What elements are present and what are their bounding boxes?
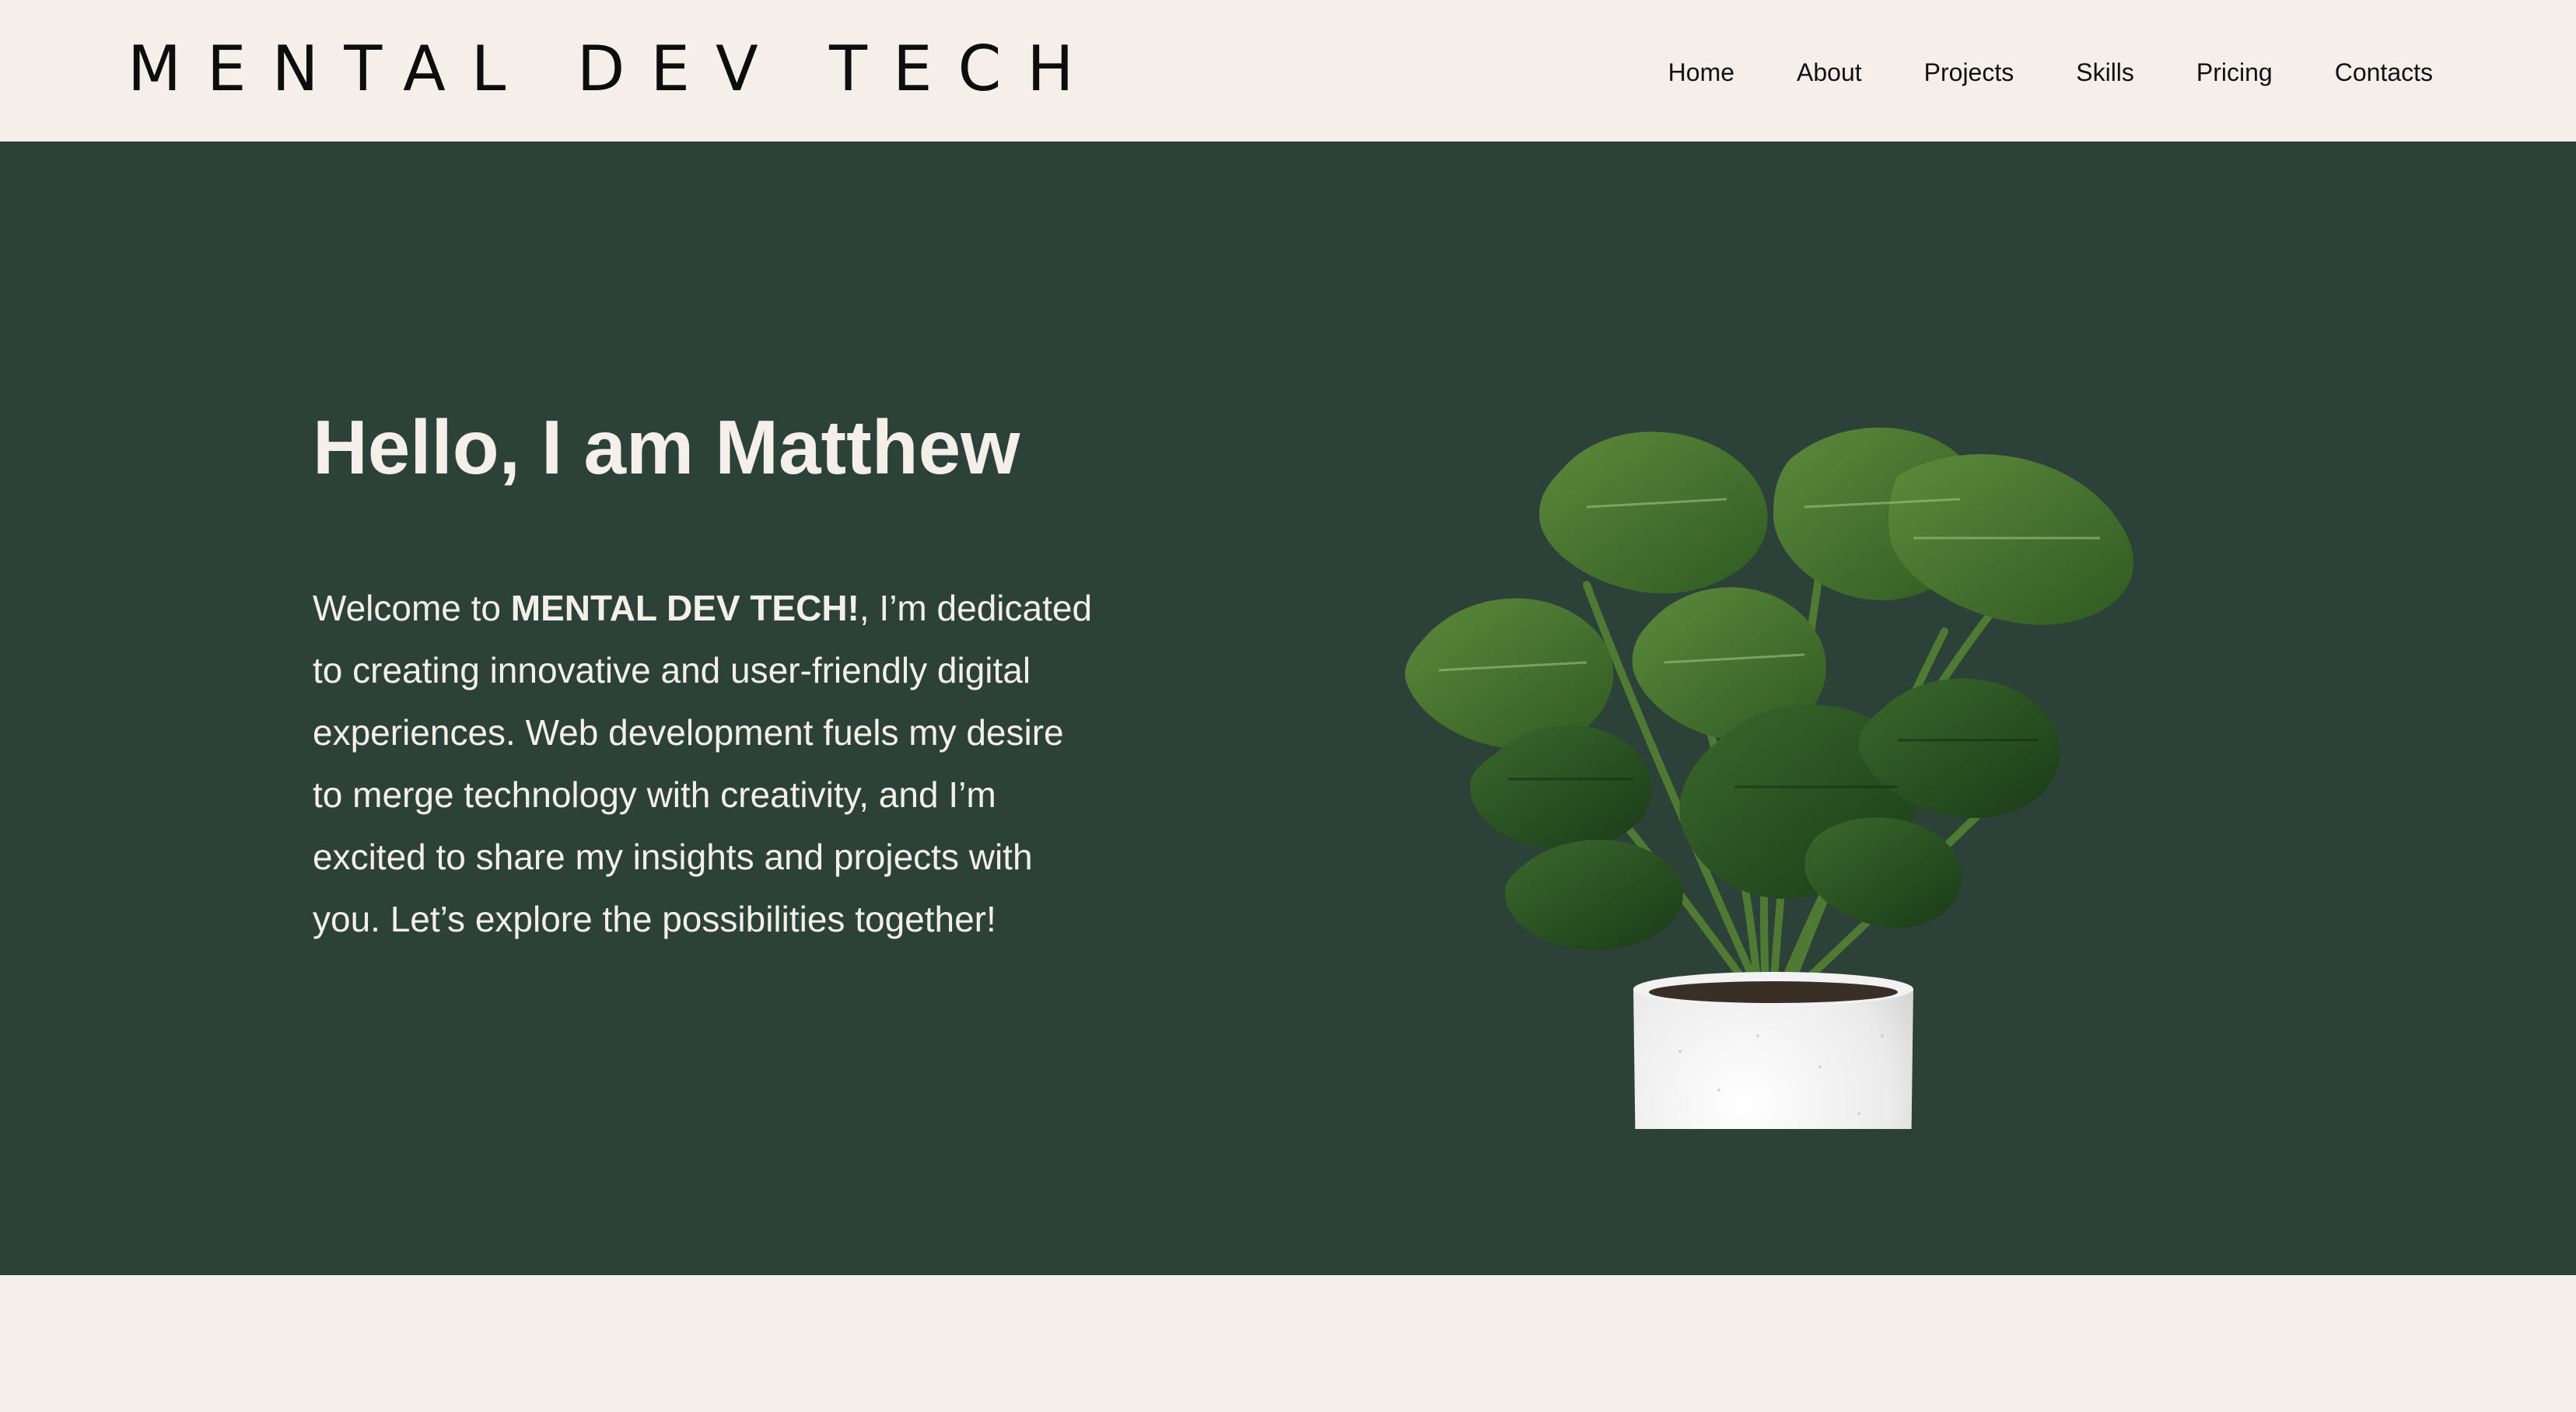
- main-nav: Home About Projects Skills Pricing Conta…: [1668, 54, 2433, 90]
- hero-intro-brand: MENTAL DEV TECH!: [510, 588, 859, 628]
- nav-about[interactable]: About: [1797, 54, 1862, 90]
- nav-home[interactable]: Home: [1668, 54, 1734, 90]
- site-header: MENTAL DEV TECH Home About Projects Skil…: [0, 0, 2576, 142]
- nav-projects[interactable]: Projects: [1924, 54, 2014, 90]
- nav-pricing[interactable]: Pricing: [2196, 54, 2273, 90]
- hero-intro: Welcome to MENTAL DEV TECH!, I’m dedicat…: [313, 577, 1098, 950]
- hero-intro-prefix: Welcome to: [313, 588, 511, 628]
- site-logo[interactable]: MENTAL DEV TECH: [128, 34, 1100, 104]
- potted-plant-icon: [1405, 427, 2134, 1129]
- nav-contacts[interactable]: Contacts: [2335, 54, 2433, 90]
- hero-section: Hello, I am Matthew Welcome to MENTAL DE…: [0, 142, 2576, 1275]
- hero-intro-rest: , I’m dedicated to creating innovative a…: [313, 588, 1093, 939]
- hero-title: Hello, I am Matthew: [313, 404, 1020, 490]
- next-section: [0, 1275, 2576, 1412]
- nav-skills[interactable]: Skills: [2076, 54, 2134, 90]
